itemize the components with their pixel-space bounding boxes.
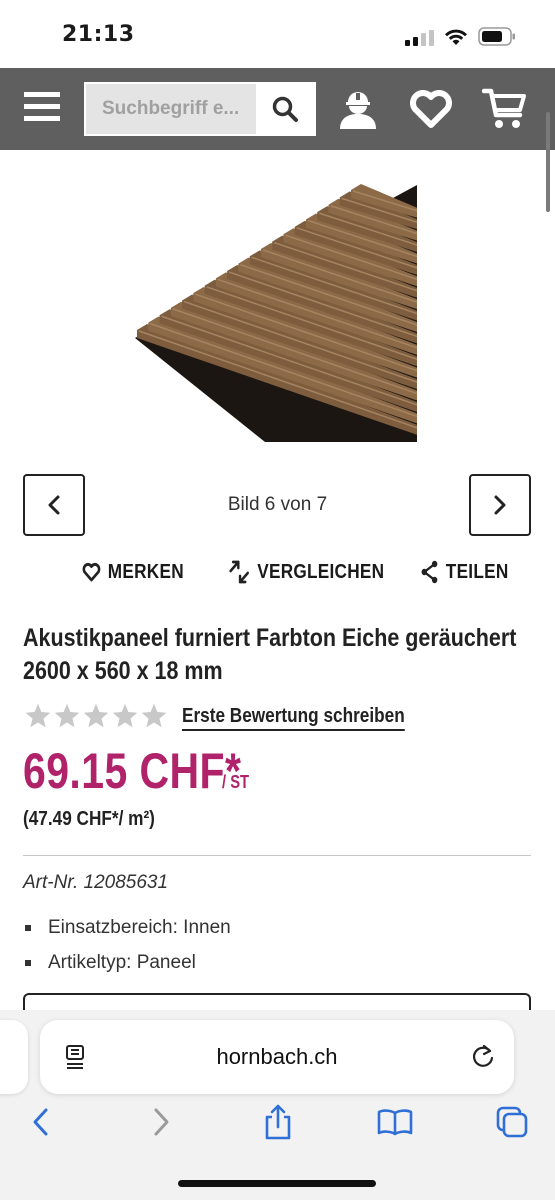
wishlist-button[interactable]	[408, 86, 454, 132]
back-button[interactable]	[21, 1102, 61, 1142]
share-button[interactable]: TEILEN	[420, 558, 509, 586]
chevron-right-icon	[494, 495, 506, 515]
status-bar: 21:13	[0, 0, 555, 68]
wifi-icon	[445, 29, 467, 45]
product-price: 69.15 CHF*	[23, 743, 242, 799]
share-label: TEILEN	[445, 560, 509, 583]
product-image[interactable]	[135, 180, 420, 442]
tabs-icon	[496, 1106, 528, 1138]
save-label: MERKEN	[107, 560, 184, 583]
account-icon	[340, 92, 376, 129]
address-bar[interactable]: hornbach.ch	[40, 1020, 514, 1094]
battery-icon	[478, 27, 515, 46]
heart-icon	[82, 562, 101, 582]
account-button[interactable]	[335, 86, 381, 132]
feature-list: Einsatzbereich: Innen Artikeltyp: Paneel	[23, 916, 231, 986]
star-icon	[112, 703, 138, 728]
home-indicator	[178, 1180, 376, 1187]
search-icon	[272, 96, 298, 122]
browser-toolbar: hornbach.ch	[0, 1010, 555, 1200]
bookmarks-button[interactable]	[375, 1102, 415, 1142]
price-unit: / ST	[222, 772, 250, 792]
compare-button[interactable]: VERGLEICHEN	[228, 558, 384, 586]
search-input[interactable]: Suchbegriff e...	[86, 84, 256, 134]
previous-tab-edge[interactable]	[0, 1020, 28, 1094]
share-sheet-button[interactable]	[258, 1102, 298, 1142]
reload-icon[interactable]	[470, 1042, 496, 1070]
star-icon	[141, 703, 167, 728]
compare-arrows-icon	[229, 560, 249, 584]
compare-label: VERGLEICHEN	[257, 560, 385, 583]
share-icon	[421, 560, 438, 584]
bookmarks-book-icon	[377, 1109, 413, 1136]
star-icon	[25, 703, 51, 728]
save-to-list-button[interactable]: MERKEN	[82, 558, 184, 586]
write-review-link[interactable]: Erste Bewertung schreiben	[182, 705, 405, 731]
forward-button[interactable]	[141, 1102, 181, 1142]
site-header: Suchbegriff e...	[0, 68, 555, 150]
page-scrollbar[interactable]	[546, 112, 550, 212]
search-button[interactable]	[256, 84, 314, 134]
gallery-next-button[interactable]	[469, 474, 531, 536]
tabs-button[interactable]	[492, 1102, 532, 1142]
cellular-signal-icon	[405, 30, 434, 46]
product-title-line-1: Akustikpaneel furniert Farbton Eiche ger…	[23, 624, 517, 652]
url-text: hornbach.ch	[216, 1044, 338, 1069]
cart-icon	[482, 88, 526, 128]
feature-item: Artikeltyp: Paneel	[23, 951, 231, 986]
cart-button[interactable]	[482, 86, 528, 132]
article-number: Art-Nr. 12085631	[23, 872, 169, 893]
rating-stars	[24, 702, 169, 732]
forward-arrow-icon	[154, 1108, 169, 1136]
chevron-left-icon	[48, 495, 60, 515]
gallery-counter: Bild 6 von 7	[227, 494, 328, 515]
star-icon	[83, 703, 109, 728]
product-title: Akustikpaneel furniert Farbton Eiche ger…	[23, 622, 539, 688]
search-box: Suchbegriff e...	[84, 82, 316, 136]
status-time: 21:13	[62, 22, 135, 47]
back-arrow-icon	[33, 1108, 48, 1136]
share-sheet-icon	[265, 1104, 291, 1140]
star-icon	[54, 703, 80, 728]
menu-icon[interactable]	[24, 92, 60, 124]
gallery-prev-button[interactable]	[23, 474, 85, 536]
divider	[23, 855, 531, 856]
price-per-m2: (47.49 CHF*/ m²)	[23, 808, 155, 830]
feature-item: Einsatzbereich: Innen	[23, 916, 231, 951]
product-title-line-2: 2600 x 560 x 18 mm	[23, 657, 223, 685]
wishlist-heart-icon	[410, 90, 452, 128]
